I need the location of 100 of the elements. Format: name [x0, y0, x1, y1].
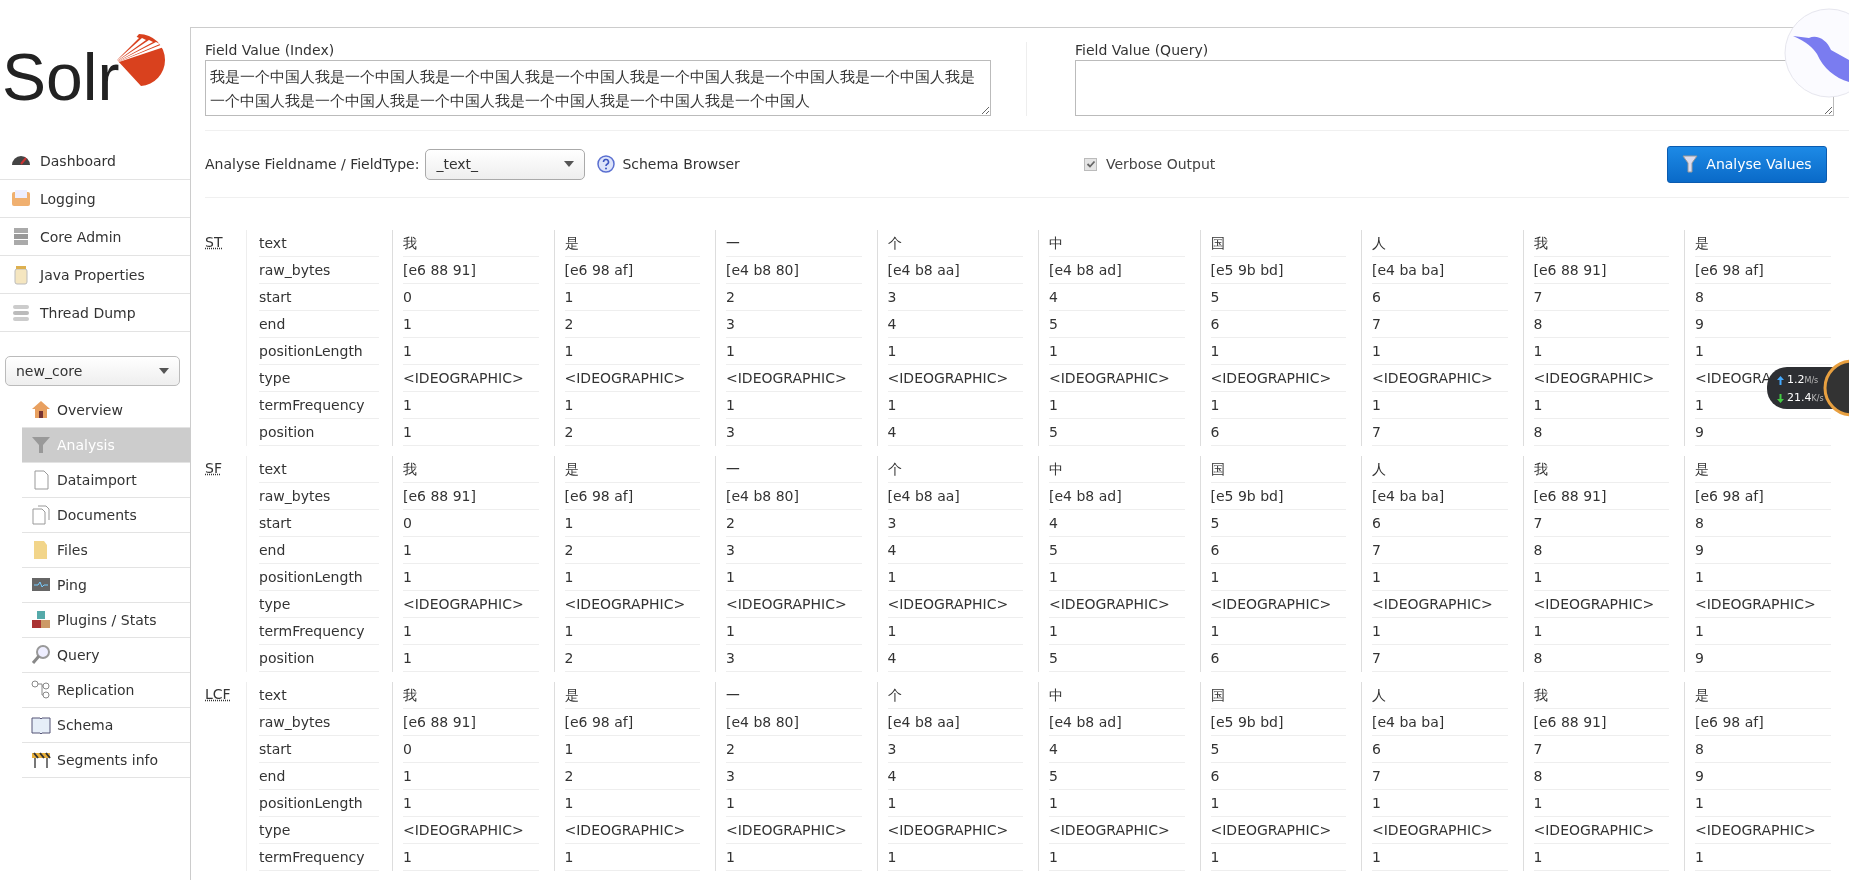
token-value: 7 [1372, 763, 1508, 790]
core-menu-item[interactable]: Ping [22, 568, 190, 603]
token-value: 9 [1695, 537, 1831, 564]
index-value-field[interactable]: 我是一个中国人我是一个中国人我是一个中国人我是一个中国人我是一个中国人我是一个中国人我是一个中国人我是一个中国人我是一个中国人我是一个中国人我是一个中国人我是一个中国人我是一个中国人 [205, 60, 991, 116]
nav-item[interactable]: Dashboard [0, 142, 190, 180]
token-value: 国 [1210, 456, 1346, 483]
token-value: 1 [887, 844, 1023, 871]
token-value: 1 [1372, 392, 1508, 419]
nav-item[interactable]: Logging [0, 180, 190, 218]
nav-item[interactable]: Java Properties [0, 256, 190, 294]
stage-abbreviation[interactable]: SF [205, 460, 222, 476]
token-value: 2 [726, 736, 862, 763]
token-value: [e6 88 91] [1533, 257, 1669, 284]
token-value: <IDEOGRAPHIC> [726, 365, 862, 392]
token-value: <IDEOGRAPHIC> [564, 365, 700, 392]
token-value: 1 [887, 790, 1023, 817]
token-value: 1 [403, 311, 539, 338]
core-menu-item[interactable]: Documents [22, 498, 190, 533]
token-value: <IDEOGRAPHIC> [403, 365, 539, 392]
token-value: [e6 88 91] [403, 257, 539, 284]
core-menu-item[interactable]: Query [22, 638, 190, 673]
token-value: 1 [1533, 338, 1669, 365]
core-menu-item[interactable]: Files [22, 533, 190, 568]
field-label: Field Value (Query) [1075, 42, 1210, 58]
attribute-name: positionLength [259, 564, 379, 591]
token-value: 6 [1210, 763, 1346, 790]
token-value: 1 [726, 338, 862, 365]
token-value: 我 [403, 230, 539, 257]
token-value: 9 [1695, 763, 1831, 790]
token-value: 3 [726, 645, 862, 672]
token-value: 1 [1372, 844, 1508, 871]
core-menu-item[interactable]: Replication [22, 673, 190, 708]
token-value: <IDEOGRAPHIC> [1210, 591, 1346, 618]
core-menu-item[interactable]: Schema [22, 708, 190, 743]
token-value: 1 [1049, 338, 1185, 365]
caret-icon [564, 161, 575, 167]
stage-abbreviation[interactable]: ST [205, 234, 223, 250]
token-value: <IDEOGRAPHIC> [726, 591, 862, 618]
core-menu-item[interactable]: Segments info [22, 743, 190, 778]
core-menu-item[interactable]: Dataimport [22, 463, 190, 498]
token-value: 1 [1049, 392, 1185, 419]
token-value: 1 [1049, 844, 1185, 871]
token-value: 1 [403, 763, 539, 790]
token-value: <IDEOGRAPHIC> [1533, 365, 1669, 392]
token-value: [e6 88 91] [1533, 709, 1669, 736]
token-value: 1 [403, 618, 539, 645]
token-value: [e4 b8 aa] [887, 483, 1023, 510]
token-value: 1 [726, 790, 862, 817]
funnel-icon [1682, 155, 1699, 173]
attribute-name: termFrequency [259, 392, 379, 419]
token-value: 1 [1210, 790, 1346, 817]
token-value: <IDEOGRAPHIC> [1695, 591, 1831, 618]
attribute-name: end [259, 537, 379, 564]
token-value: [e4 b8 80] [726, 709, 862, 736]
token-value: <IDEOGRAPHIC> [564, 817, 700, 844]
attribute-name: type [259, 817, 379, 844]
token-value: 5 [1049, 537, 1185, 564]
token-value: 5 [1210, 510, 1346, 537]
core-selector[interactable]: new_core [5, 356, 180, 386]
token-value: [e6 98 af] [1695, 257, 1831, 284]
token-value: 1 [564, 790, 700, 817]
token-value: [e4 ba ba] [1372, 709, 1508, 736]
token-value: 是 [564, 230, 700, 257]
token-value: 是 [564, 456, 700, 483]
token-value: 1 [564, 510, 700, 537]
token-value: 1 [887, 564, 1023, 591]
help-icon[interactable] [597, 155, 616, 173]
schema-browser-link[interactable]: Schema Browser [622, 156, 740, 172]
logo-text: Solr [2, 44, 120, 110]
token-value: 1 [1695, 844, 1831, 871]
verbose-checkbox[interactable] [1084, 157, 1097, 171]
attribute-name: start [259, 510, 379, 537]
query-value-field[interactable] [1075, 60, 1834, 116]
token-value: [e4 b8 ad] [1049, 483, 1185, 510]
attribute-name: position [259, 645, 379, 672]
attribute-name: termFrequency [259, 618, 379, 645]
fieldtype-select[interactable]: _text_ [425, 148, 586, 180]
attribute-name: start [259, 736, 379, 763]
nav-item[interactable]: Thread Dump [0, 294, 190, 332]
token-value: 4 [1049, 510, 1185, 537]
token-value: <IDEOGRAPHIC> [887, 365, 1023, 392]
token-value: 7 [1372, 537, 1508, 564]
attribute-name: text [259, 682, 379, 709]
nav-item[interactable]: Core Admin [0, 218, 190, 256]
token-value: 2 [564, 419, 700, 446]
token-value: 7 [1533, 510, 1669, 537]
token-value: <IDEOGRAPHIC> [887, 591, 1023, 618]
token-value: 5 [1049, 419, 1185, 446]
token-value: 2 [726, 510, 862, 537]
stage-abbreviation[interactable]: LCF [205, 686, 231, 702]
token-value: [e4 b8 aa] [887, 709, 1023, 736]
attribute-name: raw_bytes [259, 257, 379, 284]
token-value: 2 [564, 311, 700, 338]
core-menu-item[interactable]: Plugins / Stats [22, 603, 190, 638]
token-value: 4 [887, 763, 1023, 790]
token-value: 个 [887, 456, 1023, 483]
token-value: [e6 98 af] [1695, 483, 1831, 510]
attribute-name: raw_bytes [259, 483, 379, 510]
token-value: 个 [887, 682, 1023, 709]
analyse-values-button[interactable]: Analyse Values [1667, 145, 1827, 183]
